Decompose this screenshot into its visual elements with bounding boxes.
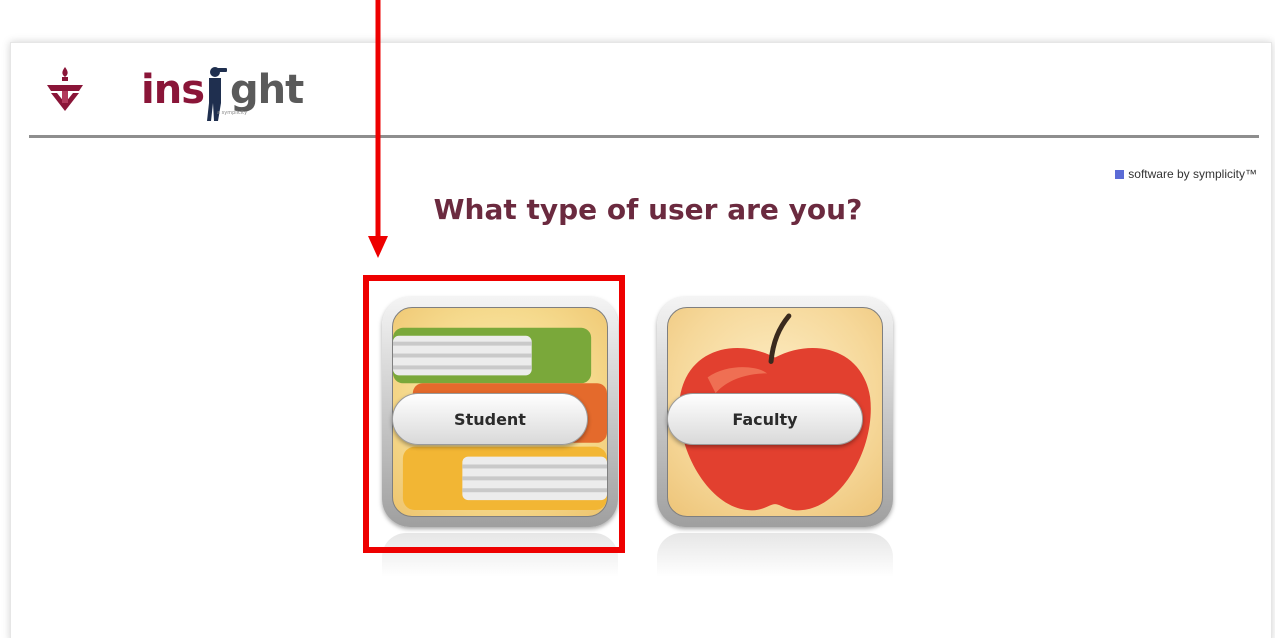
- annotation-highlight-box: [363, 275, 625, 553]
- header-divider: [29, 135, 1259, 138]
- vendor-credit: software by symplicity™: [1115, 167, 1257, 181]
- school-crest-icon: [47, 67, 83, 111]
- page-frame: ins ght a symplicity software by symplici…: [10, 42, 1272, 638]
- logo-tagline: a symplicity: [217, 110, 248, 116]
- symplicity-mark-icon: [1115, 169, 1125, 179]
- insight-logo: ins ght a symplicity: [141, 63, 311, 123]
- faculty-tile-reflection: [657, 533, 893, 577]
- page-title: What type of user are you?: [433, 193, 863, 226]
- logo-text-a: ins: [141, 67, 205, 113]
- faculty-option-label: Faculty: [667, 393, 863, 445]
- faculty-option-button[interactable]: Faculty: [657, 297, 893, 527]
- header: ins ght a symplicity: [11, 43, 1271, 136]
- vendor-credit-text: software by symplicity™: [1128, 167, 1257, 181]
- logo-text-b: ght: [230, 67, 304, 113]
- annotation-arrow-icon: [368, 0, 388, 258]
